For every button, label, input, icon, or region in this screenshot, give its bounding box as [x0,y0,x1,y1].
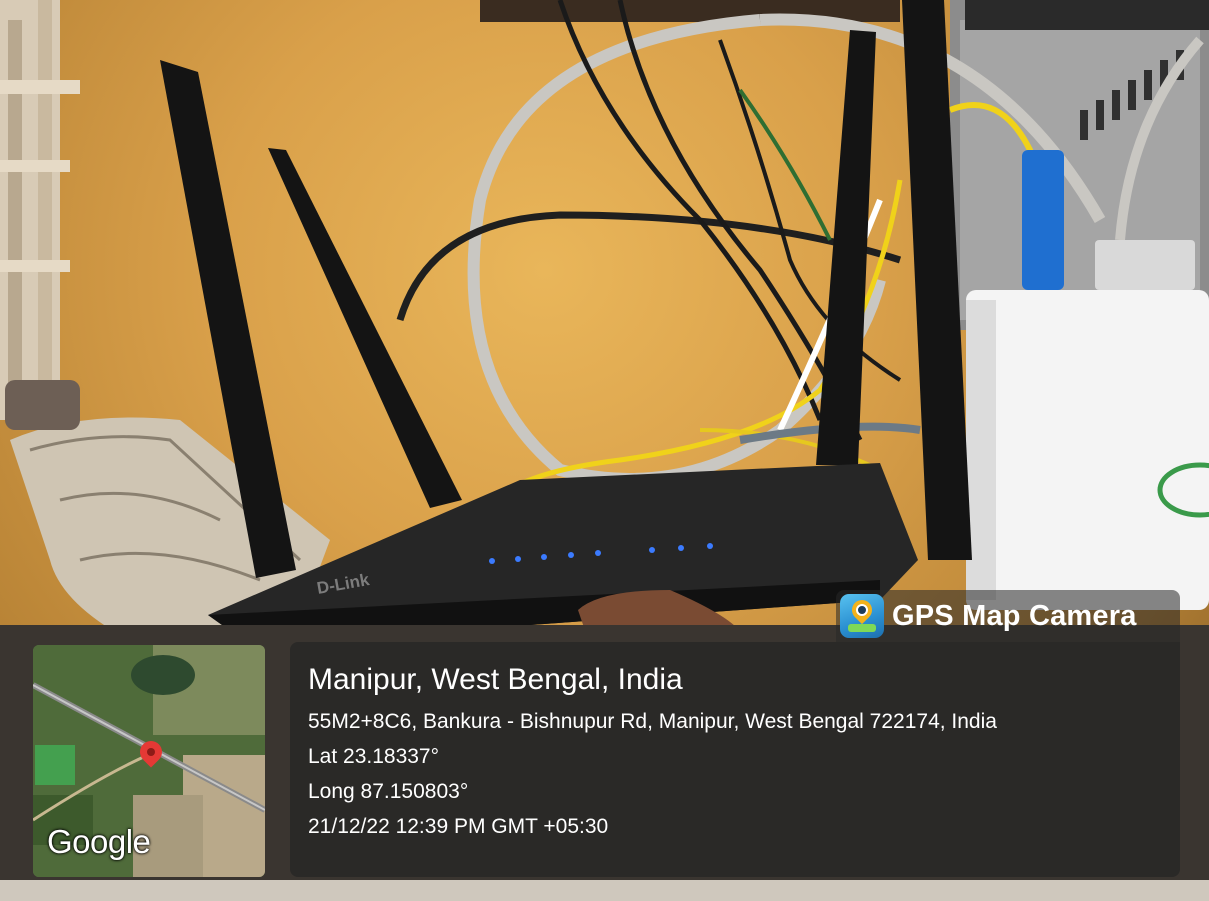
location-stamp: Manipur, West Bengal, India 55M2+8C6, Ba… [290,642,1180,877]
gps-map-camera-icon [840,594,884,638]
location-title: Manipur, West Bengal, India [308,663,683,696]
ont-box [966,290,1209,610]
wooden-rack [0,0,80,420]
location-minimap: Google [33,645,265,877]
rj45-plugs [1095,240,1195,290]
longitude-text: Long 87.150803° [308,780,469,803]
datetime-text: 21/12/22 12:39 PM GMT +05:30 [308,815,609,838]
shelf-edge [0,880,1209,901]
latitude-text: Lat 23.18337° [308,745,440,768]
google-logo: Google [47,823,151,860]
address-text: 55M2+8C6, Bankura - Bishnupur Rd, Manipu… [308,710,997,733]
gps-camera-badge: GPS Map Camera [836,590,1180,642]
app-name: GPS Map Camera [892,599,1137,632]
fiber-connector [1022,150,1064,290]
